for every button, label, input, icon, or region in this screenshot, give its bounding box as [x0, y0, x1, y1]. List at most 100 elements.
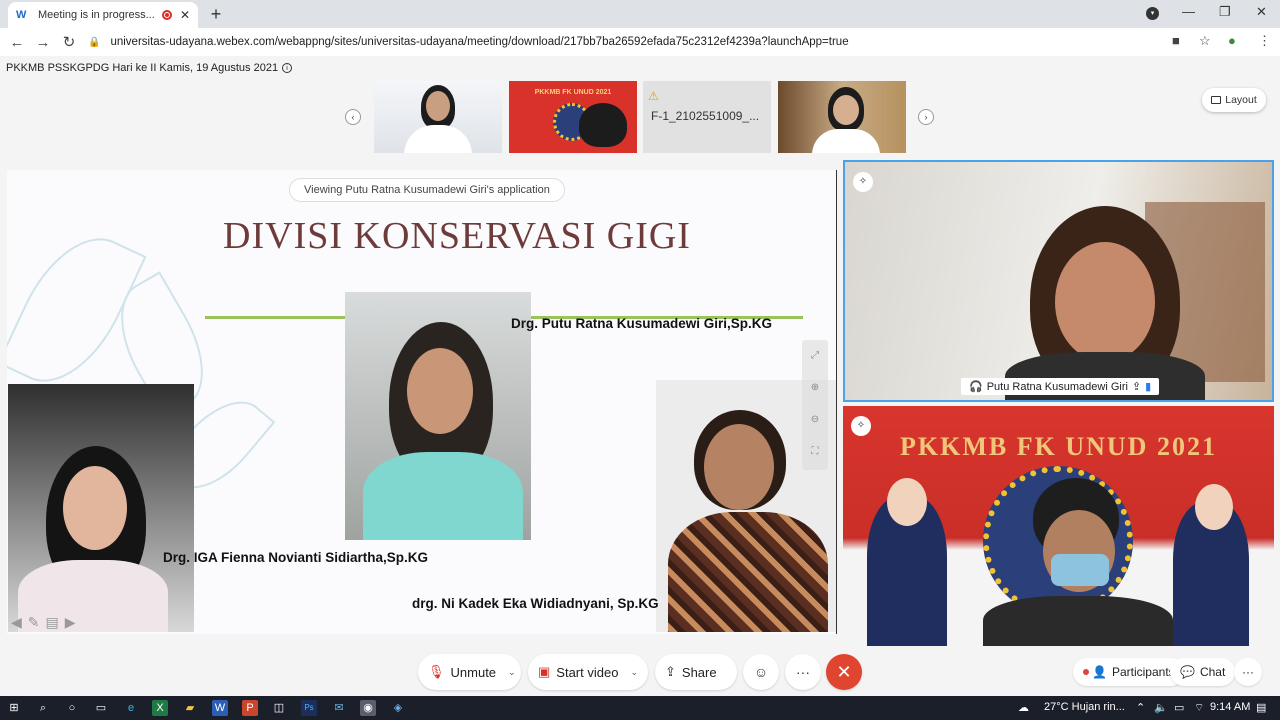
pin-icon[interactable]: ✧: [851, 416, 871, 436]
more-options-button[interactable]: ···: [785, 654, 821, 690]
zoom-in-icon[interactable]: ⊕: [802, 372, 828, 404]
tab-title: Meeting is in progress...: [38, 9, 155, 21]
speaker-video[interactable]: ✧ 🎧 Putu Ratna Kusumadewi Giri ⇪ ▮: [843, 160, 1274, 402]
mail-icon[interactable]: ✉: [331, 700, 347, 716]
address-bar[interactable]: 🔒 universitas-udayana.webex.com/webappng…: [88, 30, 1178, 54]
extension-icon[interactable]: ●: [1228, 33, 1236, 48]
hair: [579, 103, 627, 147]
clock[interactable]: 9:14 AM: [1210, 701, 1250, 713]
fit-icon[interactable]: ⤢: [802, 340, 828, 372]
back-icon[interactable]: ←: [4, 34, 30, 51]
pin-icon[interactable]: ✧: [853, 172, 873, 192]
volume-icon[interactable]: 🔈: [1154, 701, 1168, 714]
bookmark-star-icon[interactable]: ☆: [1199, 33, 1211, 49]
shirt: [404, 125, 472, 153]
unmute-label: Unmute: [450, 664, 497, 680]
tab-search-icon[interactable]: ▾: [1146, 7, 1159, 20]
end-call-icon[interactable]: ✕: [826, 654, 862, 690]
close-tab-icon[interactable]: ✕: [180, 8, 190, 22]
notes-icon[interactable]: ▤: [46, 614, 59, 631]
fullscreen-icon[interactable]: ⛶: [802, 436, 828, 468]
store-icon[interactable]: ◫: [271, 700, 287, 716]
excel-icon[interactable]: X: [152, 700, 168, 716]
participant-video[interactable]: PKKMB FK UNUD 2021 ✧: [843, 406, 1274, 646]
powerpoint-icon[interactable]: P: [242, 700, 258, 716]
network-icon[interactable]: ▭: [1174, 701, 1184, 714]
layout-icon: [1211, 96, 1222, 104]
participants-label: Participants: [1111, 665, 1175, 679]
pen-icon[interactable]: ✎: [28, 614, 40, 631]
mascot-face: [887, 478, 927, 526]
maximize-icon[interactable]: ❐: [1219, 4, 1231, 20]
participant-thumbnail[interactable]: PKKMB FK UNUD 2021: [509, 81, 637, 153]
info-icon[interactable]: i: [282, 63, 293, 73]
reactions-icon[interactable]: ☺: [743, 654, 779, 690]
video-off-icon: ▣: [538, 664, 551, 679]
doctor-photo: [8, 384, 194, 632]
file-thumbnail[interactable]: ⚠ F-1_2102551009_...: [643, 81, 771, 153]
caption-right: drg. Ni Kadek Eka Widiadnyani, Sp.KG: [412, 596, 659, 611]
face: [407, 348, 473, 434]
new-tab-button[interactable]: +: [206, 4, 226, 25]
mascot-face: [1195, 484, 1233, 530]
photoshop-icon[interactable]: Ps: [301, 700, 317, 716]
menu-icon[interactable]: ⋮: [1258, 33, 1271, 49]
participant-thumbnail[interactable]: [374, 81, 502, 153]
chevron-down-icon[interactable]: ⌄: [508, 667, 516, 678]
meeting-controls: 🎙 Unmute ⌄ ▣ Start video ⌄ ⇪ Share ☺ ···…: [0, 654, 1280, 694]
face: [833, 95, 859, 125]
tray-chevron-icon[interactable]: ⌃: [1136, 701, 1145, 714]
notifications-icon[interactable]: ▤: [1256, 701, 1266, 714]
start-video-button[interactable]: ▣ Start video ⌄: [528, 654, 648, 690]
strip-next-button[interactable]: ›: [918, 109, 934, 125]
recording-icon: [161, 10, 172, 20]
viewing-indicator: Viewing Putu Ratna Kusumadewi Giri's app…: [289, 178, 565, 202]
layout-button[interactable]: Layout: [1202, 88, 1266, 112]
more-panels-button[interactable]: ···: [1234, 658, 1262, 686]
search-icon[interactable]: ⌕: [35, 700, 51, 716]
next-slide-icon[interactable]: ▶: [65, 614, 76, 631]
url-text: universitas-udayana.webex.com/webappng/s…: [110, 36, 849, 48]
share-button[interactable]: ⇪ Share: [655, 654, 737, 690]
wifi-icon[interactable]: ⌔: [1194, 701, 1204, 715]
minimize-icon[interactable]: —: [1182, 4, 1195, 19]
participants-icon: 👤: [1092, 665, 1107, 679]
chevron-down-icon[interactable]: ⌄: [630, 667, 638, 678]
speaker-name-tag: 🎧 Putu Ratna Kusumadewi Giri ⇪ ▮: [961, 378, 1160, 395]
taskbar: ⊞ ⌕ ○ ▭ e X ▰ W P ◫ Ps ✉ ◉ ◈ ☁ 27°C Huja…: [0, 696, 1280, 720]
edge-icon[interactable]: e: [123, 700, 139, 716]
word-icon[interactable]: W: [212, 700, 228, 716]
chat-button[interactable]: 💬 Chat: [1170, 658, 1236, 686]
task-view-icon[interactable]: ▭: [93, 700, 109, 716]
forward-icon[interactable]: →: [30, 34, 56, 51]
prev-slide-icon[interactable]: ◀: [11, 614, 22, 631]
reload-icon[interactable]: ↻: [56, 33, 82, 51]
file-explorer-icon[interactable]: ▰: [182, 700, 198, 716]
chrome-icon[interactable]: ◉: [360, 700, 376, 716]
windows-start-icon[interactable]: ⊞: [6, 700, 22, 716]
caption-top: Drg. Putu Ratna Kusumadewi Giri,Sp.KG: [511, 316, 773, 331]
weather-text[interactable]: 27°C Hujan rin...: [1044, 701, 1125, 713]
browser-tabstrip: W Meeting is in progress... ✕ + ▾ — ❐ ✕: [0, 0, 1280, 28]
strip-prev-button[interactable]: ‹: [345, 109, 361, 125]
tab-meeting[interactable]: W Meeting is in progress... ✕: [8, 2, 198, 28]
participants-button[interactable]: 👤 Participants: [1073, 658, 1185, 686]
unmute-button[interactable]: 🎙 Unmute ⌄: [418, 654, 521, 690]
slide-navigation: ◀ ✎ ▤ ▶: [11, 614, 76, 631]
participant-thumbnail[interactable]: [778, 81, 906, 153]
mic-muted-icon: 🎙: [428, 664, 445, 679]
warning-icon: ⚠: [648, 89, 659, 103]
batik-shirt: [668, 512, 828, 632]
webex-taskbar-icon[interactable]: ◈: [390, 700, 406, 716]
shared-application: Viewing Putu Ratna Kusumadewi Giri's app…: [7, 170, 837, 634]
thumbnail-banner: PKKMB FK UNUD 2021: [534, 89, 612, 96]
face: [704, 424, 774, 510]
weather-icon[interactable]: ☁: [1018, 701, 1029, 714]
close-window-icon[interactable]: ✕: [1256, 4, 1267, 20]
lock-icon: 🔒: [88, 36, 101, 48]
caption-left: Drg. IGA Fienna Novianti Sidiartha,Sp.KG: [163, 550, 429, 565]
cortana-icon[interactable]: ○: [64, 700, 80, 716]
shirt: [812, 129, 880, 153]
zoom-out-icon[interactable]: ⊖: [802, 404, 828, 436]
camera-icon[interactable]: ■: [1172, 33, 1180, 48]
